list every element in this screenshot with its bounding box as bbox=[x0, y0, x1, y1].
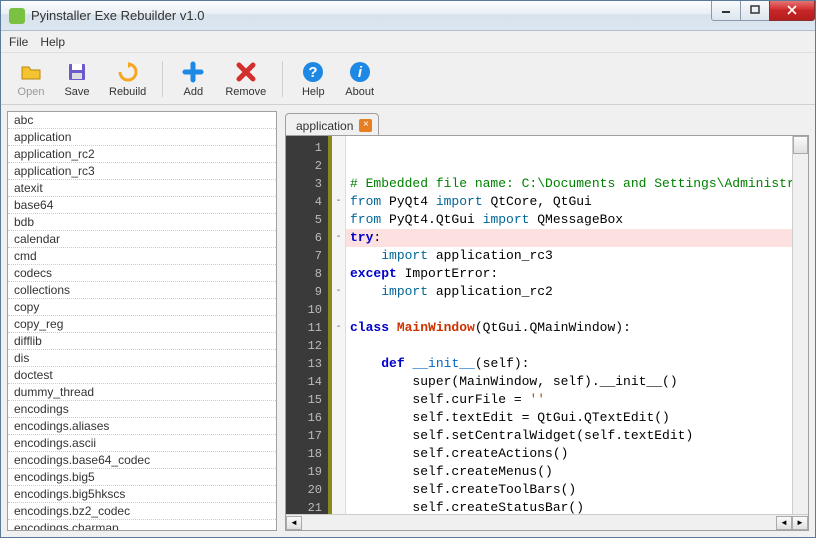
add-icon bbox=[181, 60, 205, 84]
tab-close-icon[interactable]: × bbox=[359, 119, 372, 132]
menu-help[interactable]: Help bbox=[40, 35, 65, 49]
horizontal-scrollbar[interactable]: ◄ ◄ ► bbox=[286, 514, 808, 530]
about-button[interactable]: i About bbox=[339, 58, 380, 100]
list-item[interactable]: doctest bbox=[8, 367, 276, 384]
open-button[interactable]: Open bbox=[11, 58, 51, 100]
list-item[interactable]: dis bbox=[8, 350, 276, 367]
window-title: Pyinstaller Exe Rebuilder v1.0 bbox=[31, 8, 712, 23]
svg-text:?: ? bbox=[309, 64, 318, 81]
editor-tabs: application × bbox=[285, 111, 809, 135]
save-icon bbox=[65, 60, 89, 84]
minimize-icon bbox=[721, 5, 731, 15]
list-item[interactable]: atexit bbox=[8, 180, 276, 197]
open-icon bbox=[19, 60, 43, 84]
list-item[interactable]: base64 bbox=[8, 197, 276, 214]
rebuild-icon bbox=[116, 60, 140, 84]
list-item[interactable]: encodings.charmap bbox=[8, 520, 276, 531]
minimize-button[interactable] bbox=[711, 1, 741, 21]
list-item[interactable]: collections bbox=[8, 282, 276, 299]
menubar: File Help bbox=[1, 31, 815, 53]
list-item[interactable]: calendar bbox=[8, 231, 276, 248]
vertical-scrollbar[interactable] bbox=[792, 136, 808, 514]
list-item[interactable]: bdb bbox=[8, 214, 276, 231]
editor-pane: application × 12345678910111213141516171… bbox=[285, 111, 809, 531]
titlebar: Pyinstaller Exe Rebuilder v1.0 bbox=[1, 1, 815, 31]
remove-icon bbox=[234, 60, 258, 84]
tab-application[interactable]: application × bbox=[285, 113, 379, 135]
module-list[interactable]: abcapplicationapplication_rc2application… bbox=[7, 111, 277, 531]
list-item[interactable]: copy bbox=[8, 299, 276, 316]
tab-label: application bbox=[296, 119, 353, 133]
about-label: About bbox=[345, 86, 374, 98]
maximize-button[interactable] bbox=[740, 1, 770, 21]
list-item[interactable]: abc bbox=[8, 112, 276, 129]
rebuild-label: Rebuild bbox=[109, 86, 146, 98]
code-editor: 123456789101112131415161718192021 - - - … bbox=[285, 135, 809, 531]
help-icon: ? bbox=[301, 60, 325, 84]
list-item[interactable]: application_rc2 bbox=[8, 146, 276, 163]
list-item[interactable]: cmd bbox=[8, 248, 276, 265]
list-item[interactable]: encodings.ascii bbox=[8, 435, 276, 452]
help-label: Help bbox=[302, 86, 325, 98]
list-item[interactable]: copy_reg bbox=[8, 316, 276, 333]
close-button[interactable] bbox=[769, 1, 815, 21]
remove-button[interactable]: Remove bbox=[219, 58, 272, 100]
list-item[interactable]: encodings bbox=[8, 401, 276, 418]
scroll-right-icon[interactable]: ► bbox=[792, 516, 808, 530]
list-item[interactable]: encodings.aliases bbox=[8, 418, 276, 435]
list-item[interactable]: codecs bbox=[8, 265, 276, 282]
remove-label: Remove bbox=[225, 86, 266, 98]
list-item[interactable]: encodings.big5 bbox=[8, 469, 276, 486]
menu-file[interactable]: File bbox=[9, 35, 28, 49]
save-button[interactable]: Save bbox=[57, 58, 97, 100]
list-item[interactable]: difflib bbox=[8, 333, 276, 350]
app-icon bbox=[9, 8, 25, 24]
list-item[interactable]: encodings.base64_codec bbox=[8, 452, 276, 469]
app-window: Pyinstaller Exe Rebuilder v1.0 File Help… bbox=[0, 0, 816, 538]
scroll-right-icon[interactable]: ◄ bbox=[776, 516, 792, 530]
about-icon: i bbox=[348, 60, 372, 84]
toolbar-separator bbox=[282, 61, 283, 97]
list-item[interactable]: encodings.big5hkscs bbox=[8, 486, 276, 503]
save-label: Save bbox=[64, 86, 89, 98]
list-item[interactable]: dummy_thread bbox=[8, 384, 276, 401]
editor-body[interactable]: 123456789101112131415161718192021 - - - … bbox=[286, 136, 808, 514]
maximize-icon bbox=[750, 5, 760, 15]
help-button[interactable]: ? Help bbox=[293, 58, 333, 100]
fold-column[interactable]: - - - - bbox=[332, 136, 346, 514]
scroll-left-icon[interactable]: ◄ bbox=[286, 516, 302, 530]
open-label: Open bbox=[18, 86, 45, 98]
add-label: Add bbox=[184, 86, 204, 98]
list-item[interactable]: application_rc3 bbox=[8, 163, 276, 180]
close-icon bbox=[787, 5, 797, 15]
line-numbers: 123456789101112131415161718192021 bbox=[286, 136, 332, 514]
content-area: abcapplicationapplication_rc2application… bbox=[1, 105, 815, 537]
list-item[interactable]: encodings.bz2_codec bbox=[8, 503, 276, 520]
code-content[interactable]: # Embedded file name: C:\Documents and S… bbox=[346, 136, 808, 514]
toolbar: Open Save Rebuild Add Remove bbox=[1, 53, 815, 105]
add-button[interactable]: Add bbox=[173, 58, 213, 100]
rebuild-button[interactable]: Rebuild bbox=[103, 58, 152, 100]
window-controls bbox=[712, 1, 815, 21]
toolbar-separator bbox=[162, 61, 163, 97]
list-item[interactable]: application bbox=[8, 129, 276, 146]
